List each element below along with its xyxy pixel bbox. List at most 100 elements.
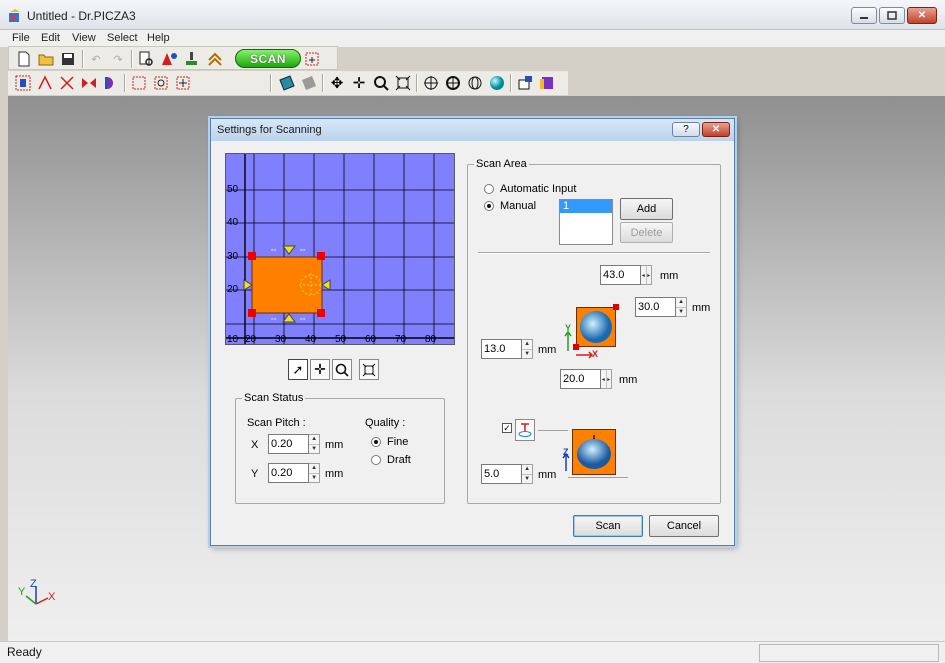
- quality-fine-option[interactable]: Fine: [371, 436, 408, 448]
- top-offset-arrows[interactable]: ◂ ▸: [641, 265, 652, 285]
- move-tool-button[interactable]: ✛: [310, 359, 330, 380]
- quality-fine-radio[interactable]: [371, 437, 381, 447]
- view-top-button[interactable]: [444, 74, 462, 92]
- help-button[interactable]: ?: [672, 122, 700, 137]
- quality-label: Quality :: [365, 417, 406, 429]
- palette-icon: [518, 76, 532, 90]
- select-move-icon: [176, 76, 190, 90]
- align-tool-button[interactable]: [36, 74, 54, 92]
- crosshair-bold-icon: [446, 76, 460, 90]
- scan-area-preview[interactable]: ⇔ ⇔ ⇔ ⇔ 10 20 30 40 50 20 30 40 50 60 70 8…: [225, 153, 455, 345]
- view-side-button[interactable]: [466, 74, 484, 92]
- z-axis-label: Z: [563, 447, 569, 457]
- menu-select[interactable]: Select: [107, 32, 138, 44]
- right-offset-input[interactable]: 30.0: [635, 297, 677, 317]
- flip-tool-button[interactable]: [80, 74, 98, 92]
- menu-view[interactable]: View: [72, 32, 96, 44]
- x-tick: 70: [395, 334, 407, 345]
- right-offset-arrows[interactable]: ▲ ▼: [676, 297, 687, 317]
- scan-start-button[interactable]: Scan: [573, 515, 643, 537]
- z-limit-checkbox[interactable]: ✓: [502, 423, 512, 433]
- window-title: Untitled - Dr.PICZA3: [27, 9, 136, 23]
- quality-draft-option[interactable]: Draft: [371, 454, 411, 466]
- z-height-button[interactable]: [515, 419, 535, 441]
- shape-tool-button[interactable]: [160, 50, 178, 68]
- pan-button[interactable]: ✥: [328, 74, 346, 92]
- auto-input-radio[interactable]: [484, 184, 494, 194]
- z-offset-spinner[interactable]: 5.0 ▲ ▼: [481, 464, 533, 484]
- half-tool-button[interactable]: [102, 74, 120, 92]
- pitch-x-unit: mm: [325, 439, 344, 451]
- help-icon: ?: [683, 124, 689, 135]
- pointer-tool-button[interactable]: ➚: [288, 359, 308, 380]
- bottom-offset-spinner[interactable]: 20.0 ◂ ▸: [560, 369, 612, 389]
- solid-view-button[interactable]: [300, 74, 318, 92]
- dialog-close-button[interactable]: ✕: [702, 122, 730, 137]
- pitch-y-spinner[interactable]: 0.20 ▲ ▼: [268, 463, 320, 483]
- svg-text:⇔: ⇔: [269, 313, 278, 323]
- area-list-item[interactable]: 1: [560, 200, 612, 213]
- print-preview-button[interactable]: [137, 50, 155, 68]
- select-all-button[interactable]: [130, 74, 148, 92]
- z-offset-input[interactable]: 5.0: [481, 464, 523, 484]
- z-offset-arrows[interactable]: ▲ ▼: [522, 464, 533, 484]
- right-offset-spinner[interactable]: 30.0 ▲ ▼: [635, 297, 687, 317]
- bottom-offset-input[interactable]: 20.0: [560, 369, 602, 389]
- pitch-y-label: Y: [251, 468, 259, 480]
- save-button[interactable]: [59, 50, 77, 68]
- pitch-x-spinner[interactable]: 0.20 ▲ ▼: [268, 434, 320, 454]
- view-front-button[interactable]: [422, 74, 440, 92]
- area-list[interactable]: 1: [559, 199, 613, 245]
- minimize-icon: [860, 16, 868, 19]
- delete-area-button[interactable]: Delete: [620, 222, 673, 243]
- fit-tool-button[interactable]: [14, 74, 32, 92]
- undo-button[interactable]: ↶: [87, 50, 105, 68]
- cancel-button[interactable]: Cancel: [649, 515, 719, 537]
- pitch-y-input[interactable]: 0.20: [268, 463, 310, 483]
- top-offset-input[interactable]: 43.0: [600, 265, 642, 285]
- select-move-button[interactable]: [174, 74, 192, 92]
- minimize-button[interactable]: [851, 7, 877, 24]
- left-offset-input[interactable]: 13.0: [481, 339, 523, 359]
- scan-area-group: Scan Area Automatic Input Manual 1 Add D…: [467, 158, 721, 504]
- color-settings-button[interactable]: [516, 74, 534, 92]
- select-rotate-button[interactable]: [152, 74, 170, 92]
- manual-option[interactable]: Manual: [484, 200, 536, 212]
- move-button[interactable]: ✛: [350, 74, 368, 92]
- new-file-button[interactable]: [15, 50, 33, 68]
- add-area-button[interactable]: Add: [620, 198, 673, 220]
- quality-draft-radio[interactable]: [371, 455, 381, 465]
- manual-radio[interactable]: [484, 201, 494, 211]
- scan-area-button[interactable]: [303, 50, 321, 68]
- redo-button[interactable]: ↷: [109, 50, 127, 68]
- close-button[interactable]: ✕: [907, 7, 937, 24]
- raise-head-button[interactable]: [206, 50, 224, 68]
- sphere-icon: [490, 76, 504, 90]
- fit-tool-button[interactable]: [359, 359, 379, 380]
- open-file-button[interactable]: [37, 50, 55, 68]
- x-tick: 40: [305, 334, 317, 345]
- bottom-offset-arrows[interactable]: ◂ ▸: [601, 369, 612, 389]
- menu-help[interactable]: Help: [147, 32, 170, 44]
- maximize-button[interactable]: [879, 7, 905, 24]
- zoom-fit-button[interactable]: [394, 74, 412, 92]
- texture-button[interactable]: [538, 74, 556, 92]
- left-offset-arrows[interactable]: ▲ ▼: [522, 339, 533, 359]
- auto-input-option[interactable]: Automatic Input: [484, 183, 576, 195]
- toolbar-separator: [322, 74, 324, 92]
- left-offset-spinner[interactable]: 13.0 ▲ ▼: [481, 339, 533, 359]
- sensor-button[interactable]: [183, 50, 201, 68]
- pitch-x-arrows[interactable]: ▲ ▼: [309, 434, 320, 454]
- x-tick: 30: [275, 334, 287, 345]
- top-offset-spinner[interactable]: 43.0 ◂ ▸: [600, 265, 652, 285]
- menu-file[interactable]: File: [12, 32, 30, 44]
- scan-button[interactable]: SCAN: [235, 49, 301, 68]
- surface-view-button[interactable]: [278, 74, 296, 92]
- zoom-tool-button[interactable]: [332, 359, 352, 380]
- zoom-button[interactable]: [372, 74, 390, 92]
- shading-button[interactable]: [488, 74, 506, 92]
- pitch-y-arrows[interactable]: ▲ ▼: [309, 463, 320, 483]
- mirror-tool-button[interactable]: [58, 74, 76, 92]
- menu-edit[interactable]: Edit: [41, 32, 60, 44]
- pitch-x-input[interactable]: 0.20: [268, 434, 310, 454]
